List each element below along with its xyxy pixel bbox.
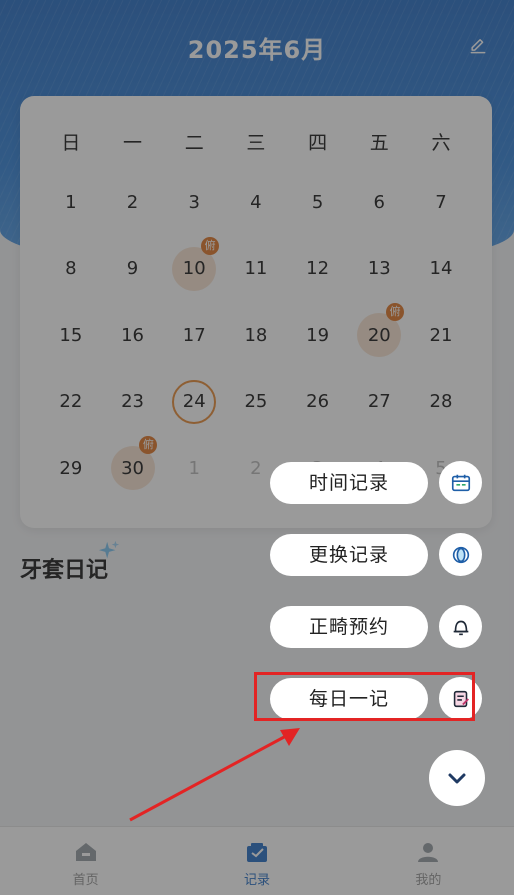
orthodontic-appointment-icon-button[interactable]: [439, 605, 482, 648]
orthodontic-appointment-button[interactable]: 正畸预约: [270, 606, 428, 648]
collapse-menu-button[interactable]: [429, 750, 485, 806]
replacement-record-icon-button[interactable]: [439, 533, 482, 576]
time-record-button[interactable]: 时间记录: [270, 462, 428, 504]
calendar-card-icon: [451, 474, 470, 491]
notebook-edit-icon: [453, 690, 469, 707]
daily-diary-button[interactable]: 每日一记: [270, 678, 428, 720]
replacement-record-button[interactable]: 更换记录: [270, 534, 428, 576]
daily-diary-icon-button[interactable]: [439, 677, 482, 720]
time-record-icon-button[interactable]: [439, 461, 482, 504]
bell-icon: [453, 620, 468, 635]
retainer-icon: [452, 546, 469, 563]
chevron-down-icon: [448, 773, 466, 784]
